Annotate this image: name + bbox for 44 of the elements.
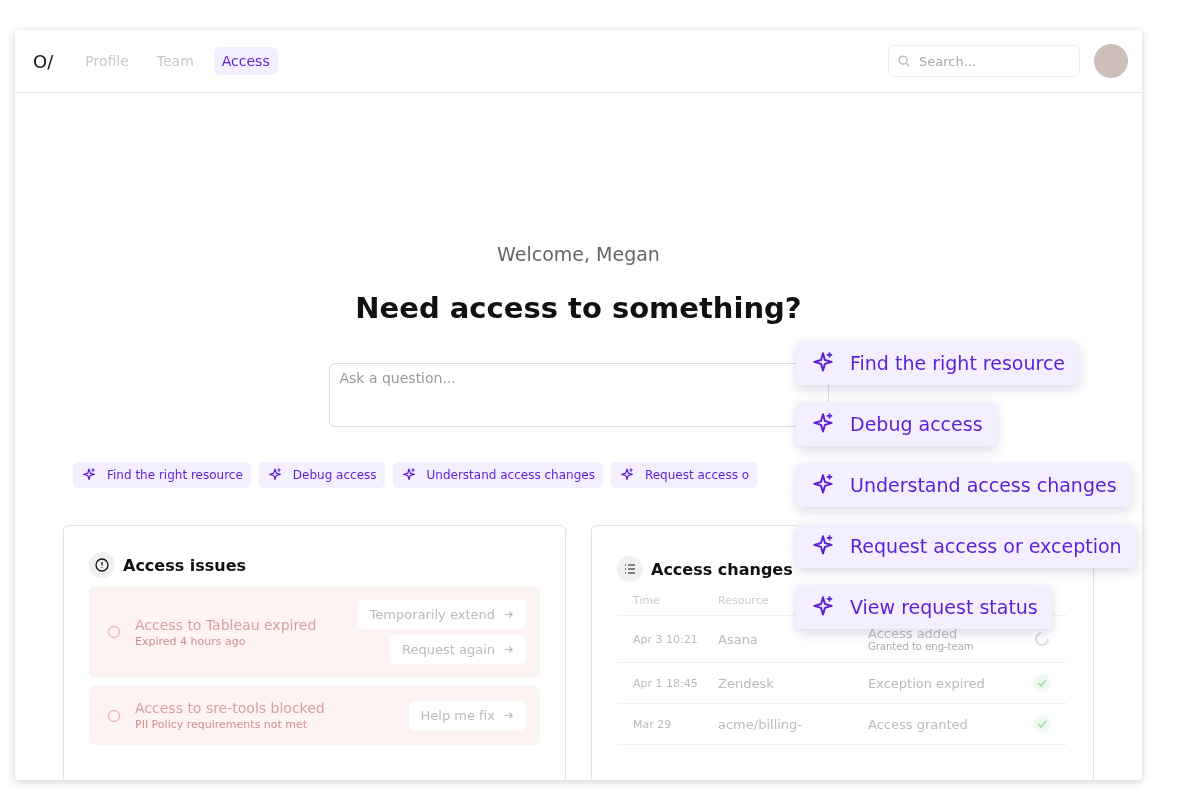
suggestion-chip[interactable]: Understand access changes — [796, 463, 1131, 507]
resource-cell-text: Zendesk — [718, 675, 775, 691]
card-title: Access issues — [123, 555, 247, 575]
time-cell-text: Apr 3 10:21 — [633, 632, 699, 646]
suggestion-chip[interactable]: View request status — [796, 585, 1052, 629]
search-icon — [897, 54, 911, 68]
time-cell-text: Apr 1 18:45 — [633, 676, 699, 690]
nav-tab[interactable]: Access — [213, 47, 278, 75]
sparkle-icon — [266, 467, 283, 483]
card-title: Access changes — [651, 559, 793, 579]
time-cell-text: Mar 29 — [633, 717, 673, 731]
issue-detail: PII Policy requirements not met — [135, 718, 309, 731]
logo[interactable]: O/ — [33, 50, 54, 72]
arrow-right-icon — [503, 644, 514, 655]
suggestion-chip[interactable]: Understand access changes — [392, 462, 603, 488]
check-icon — [1032, 673, 1052, 693]
page-heading: Need access to something? — [355, 291, 802, 325]
change-cell-text: Access added — [868, 626, 959, 641]
issue-title: Access to Tableau expired — [135, 616, 318, 633]
suggestion-chip[interactable]: Debug access — [796, 402, 997, 446]
spinner-icon — [1032, 629, 1052, 649]
change-cell-text: Exception expired — [868, 675, 986, 691]
sparkle-icon — [81, 467, 97, 483]
suggestion-chip[interactable]: Request access or exception — [796, 524, 1136, 568]
resource-cell-text: acme/billing- — [718, 716, 804, 732]
sparkle-icon — [400, 467, 417, 483]
search-field[interactable]: Search... — [888, 45, 1080, 77]
suggestion-chip[interactable]: Find the right resource — [73, 462, 251, 488]
change-detail: Granted to eng-team — [868, 641, 975, 652]
arrow-right-icon — [503, 710, 514, 721]
suggestion-chip[interactable]: Debug access — [258, 462, 385, 488]
arrow-right-icon — [503, 609, 514, 620]
sparkle-icon — [618, 467, 635, 483]
issue-detail: Expired 4 hours ago — [135, 634, 247, 648]
check-icon — [1032, 714, 1052, 734]
avatar[interactable] — [1094, 44, 1128, 78]
suggestion-chip[interactable]: Find the right resource — [796, 341, 1080, 385]
question-field[interactable]: Ask a question... — [328, 363, 829, 427]
list-icon — [617, 556, 643, 582]
greeting: Welcome, Megan — [497, 243, 660, 265]
resource-cell-text: Asana — [718, 631, 759, 647]
issue-title: Access to sre-tools blocked — [135, 700, 326, 716]
suggestion-chip[interactable]: Request access o — [610, 462, 758, 488]
change-cell-text: Access granted — [868, 716, 969, 732]
